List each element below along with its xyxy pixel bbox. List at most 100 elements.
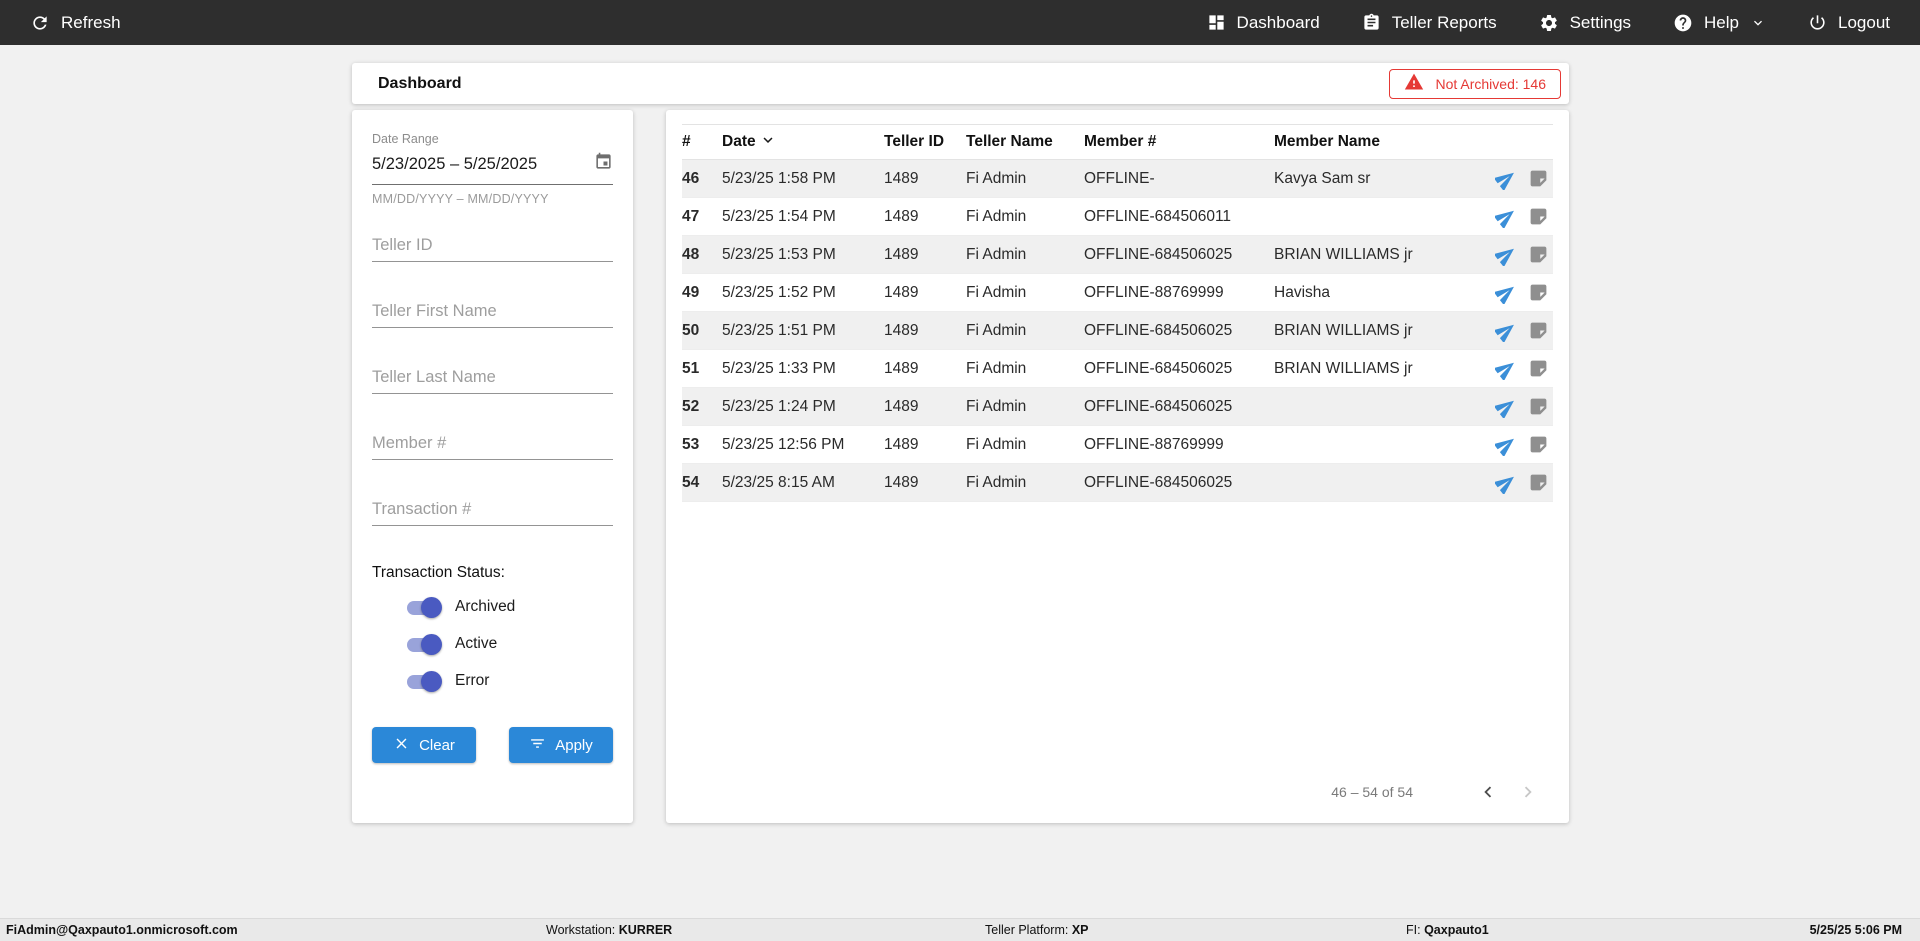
- next-page-button[interactable]: [1517, 781, 1539, 803]
- nav-item-label: Logout: [1838, 12, 1890, 32]
- status-fi: FI: Qaxpauto1: [1406, 923, 1489, 937]
- row-member-name: BRIAN WILLIAMS jr: [1274, 245, 1413, 263]
- status-datetime: 5/25/25 5:06 PM: [1809, 923, 1902, 937]
- calendar-icon[interactable]: [594, 152, 613, 176]
- toggle-row-active: Active: [372, 632, 613, 656]
- row-teller-id: 1489: [884, 397, 919, 415]
- table-row[interactable]: 46 5/23/25 1:58 PM 1489 Fi Admin OFFLINE- Kav…: [682, 160, 1553, 198]
- row-teller-name: Fi Admin: [966, 283, 1027, 301]
- row-teller-id: 1489: [884, 473, 919, 491]
- row-date: 5/23/25 1:53 PM: [722, 245, 836, 263]
- row-member-name: Havisha: [1274, 283, 1330, 301]
- filter-icon: [529, 735, 546, 756]
- send-icon[interactable]: [1495, 472, 1517, 494]
- row-member-number: OFFLINE-88769999: [1084, 283, 1224, 301]
- row-teller-name: Fi Admin: [966, 435, 1027, 453]
- note-icon[interactable]: [1528, 168, 1549, 189]
- error-toggle[interactable]: [405, 670, 442, 692]
- note-icon[interactable]: [1528, 472, 1549, 493]
- table-row[interactable]: 48 5/23/25 1:53 PM 1489 Fi Admin OFFLINE-684…: [682, 236, 1553, 274]
- row-number: 54: [682, 473, 700, 491]
- note-icon[interactable]: [1528, 320, 1549, 341]
- date-range-field[interactable]: 5/23/2025 – 5/25/2025: [372, 146, 613, 185]
- row-member-number: OFFLINE-684506025: [1084, 359, 1233, 377]
- note-icon[interactable]: [1528, 434, 1549, 455]
- row-teller-id: 1489: [884, 321, 919, 339]
- nav-item-label: Help: [1704, 12, 1739, 32]
- nav-item-help[interactable]: Help: [1673, 13, 1766, 33]
- filter-panel: Date Range 5/23/2025 – 5/25/2025 MM/DD/Y…: [352, 110, 633, 823]
- member-number-input[interactable]: [372, 430, 613, 460]
- note-icon[interactable]: [1528, 244, 1549, 265]
- row-member-number: OFFLINE-684506025: [1084, 321, 1233, 339]
- row-teller-id: 1489: [884, 207, 919, 225]
- apply-button[interactable]: Apply: [509, 727, 613, 763]
- row-date: 5/23/25 1:51 PM: [722, 321, 836, 339]
- previous-page-button[interactable]: [1477, 781, 1499, 803]
- note-icon[interactable]: [1528, 206, 1549, 227]
- sort-desc-icon: [759, 131, 777, 154]
- teller-id-input[interactable]: [372, 232, 613, 262]
- row-member-name: BRIAN WILLIAMS jr: [1274, 321, 1413, 339]
- table-row[interactable]: 53 5/23/25 12:56 PM 1489 Fi Admin OFFLINE-88…: [682, 426, 1553, 464]
- row-date: 5/23/25 12:56 PM: [722, 435, 845, 453]
- row-teller-id: 1489: [884, 169, 919, 187]
- table-row[interactable]: 49 5/23/25 1:52 PM 1489 Fi Admin OFFLINE-887…: [682, 274, 1553, 312]
- send-icon[interactable]: [1495, 282, 1517, 304]
- send-icon[interactable]: [1495, 358, 1517, 380]
- nav-item-logout[interactable]: Logout: [1808, 13, 1890, 33]
- table-row[interactable]: 50 5/23/25 1:51 PM 1489 Fi Admin OFFLINE-684…: [682, 312, 1553, 350]
- row-date: 5/23/25 8:15 AM: [722, 473, 835, 491]
- nav-item-label: Dashboard: [1236, 12, 1320, 32]
- not-archived-label: Not Archived: 146: [1435, 75, 1546, 92]
- table-row[interactable]: 52 5/23/25 1:24 PM 1489 Fi Admin OFFLINE-684…: [682, 388, 1553, 426]
- note-icon[interactable]: [1528, 396, 1549, 417]
- note-icon[interactable]: [1528, 358, 1549, 379]
- row-actions: [1457, 396, 1553, 418]
- send-icon[interactable]: [1495, 434, 1517, 456]
- send-icon[interactable]: [1495, 168, 1517, 190]
- row-teller-id: 1489: [884, 245, 919, 263]
- date-range-value: 5/23/2025 – 5/25/2025: [372, 154, 538, 173]
- row-actions: [1457, 168, 1553, 190]
- table-row[interactable]: 51 5/23/25 1:33 PM 1489 Fi Admin OFFLINE-684…: [682, 350, 1553, 388]
- table-row[interactable]: 47 5/23/25 1:54 PM 1489 Fi Admin OFFLINE-684…: [682, 198, 1553, 236]
- nav-item-teller-reports[interactable]: Teller Reports: [1362, 13, 1497, 33]
- nav-item-settings[interactable]: Settings: [1539, 13, 1631, 33]
- row-number: 46: [682, 169, 700, 187]
- status-user: FiAdmin@Qaxpauto1.onmicrosoft.com: [6, 923, 238, 937]
- row-date: 5/23/25 1:33 PM: [722, 359, 836, 377]
- send-icon[interactable]: [1495, 320, 1517, 342]
- teller-last-name-input[interactable]: [372, 364, 613, 394]
- row-teller-id: 1489: [884, 359, 919, 377]
- refresh-icon: [30, 13, 50, 33]
- row-member-number: OFFLINE-88769999: [1084, 435, 1224, 453]
- refresh-button[interactable]: Refresh: [30, 13, 121, 33]
- row-number: 49: [682, 283, 700, 301]
- row-teller-name: Fi Admin: [966, 359, 1027, 377]
- row-number: 51: [682, 359, 700, 377]
- toggle-row-archived: Archived: [372, 595, 613, 619]
- row-date: 5/23/25 1:58 PM: [722, 169, 836, 187]
- dashboard-icon: [1207, 13, 1226, 32]
- send-icon[interactable]: [1495, 396, 1517, 418]
- status-teller-platform: Teller Platform: XP: [985, 923, 1089, 937]
- note-icon[interactable]: [1528, 282, 1549, 303]
- pagination-range-label: 46 – 54 of 54: [1331, 784, 1413, 800]
- clear-button[interactable]: Clear: [372, 727, 476, 763]
- send-icon[interactable]: [1495, 244, 1517, 266]
- row-member-name: BRIAN WILLIAMS jr: [1274, 359, 1413, 377]
- table-row[interactable]: 54 5/23/25 8:15 AM 1489 Fi Admin OFFLINE-684…: [682, 464, 1553, 502]
- nav-item-dashboard[interactable]: Dashboard: [1207, 13, 1320, 33]
- pagination: 46 – 54 of 54: [682, 781, 1553, 811]
- row-actions: [1457, 434, 1553, 456]
- warning-icon: [1404, 72, 1424, 95]
- column-header-date[interactable]: Date: [722, 131, 884, 154]
- transaction-number-input[interactable]: [372, 496, 613, 526]
- archived-toggle[interactable]: [405, 596, 442, 618]
- send-icon[interactable]: [1495, 206, 1517, 228]
- chevron-down-icon: [1750, 15, 1766, 31]
- active-toggle[interactable]: [405, 633, 442, 655]
- teller-first-name-input[interactable]: [372, 298, 613, 328]
- row-teller-id: 1489: [884, 283, 919, 301]
